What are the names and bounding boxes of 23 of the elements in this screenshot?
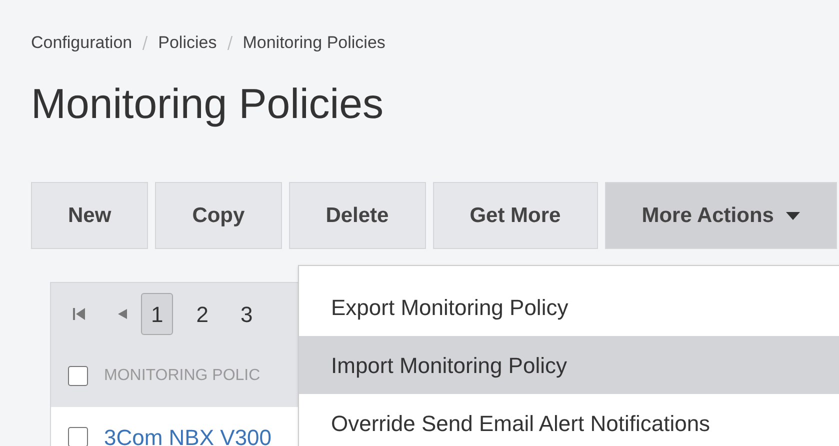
- page-button[interactable]: 3: [232, 293, 262, 335]
- menu-item[interactable]: Export Monitoring Policy: [299, 278, 839, 336]
- breadcrumb-item: Monitoring Policies: [242, 32, 386, 54]
- page-button[interactable]: 2: [187, 293, 218, 335]
- previous-page-icon[interactable]: [117, 309, 127, 319]
- toolbar-button[interactable]: New: [31, 182, 148, 249]
- page-button[interactable]: 1: [141, 293, 174, 335]
- toolbar-button[interactable]: Copy: [155, 182, 282, 249]
- breadcrumb-separator-icon: [226, 36, 233, 50]
- toolbar-button[interactable]: Get More: [432, 182, 598, 249]
- page-title: Monitoring Policies: [31, 78, 384, 129]
- breadcrumb-separator-icon: [142, 36, 148, 50]
- more-actions-button[interactable]: More Actions: [604, 182, 837, 249]
- caret-icon: [786, 212, 800, 220]
- breadcrumb-item[interactable]: Policies: [158, 30, 217, 56]
- menu-item[interactable]: Import Monitoring Policy: [299, 336, 839, 394]
- breadcrumb-item[interactable]: Configuration: [31, 30, 132, 56]
- select-all-checkbox[interactable]: [68, 366, 88, 386]
- toolbar-button[interactable]: Delete: [288, 182, 426, 249]
- row-checkbox[interactable]: [68, 427, 88, 446]
- policy-link[interactable]: 3Com NBX V300: [104, 420, 272, 446]
- first-page-icon[interactable]: [73, 308, 85, 320]
- menu-item[interactable]: Override Send Email Alert Notifications: [299, 394, 839, 446]
